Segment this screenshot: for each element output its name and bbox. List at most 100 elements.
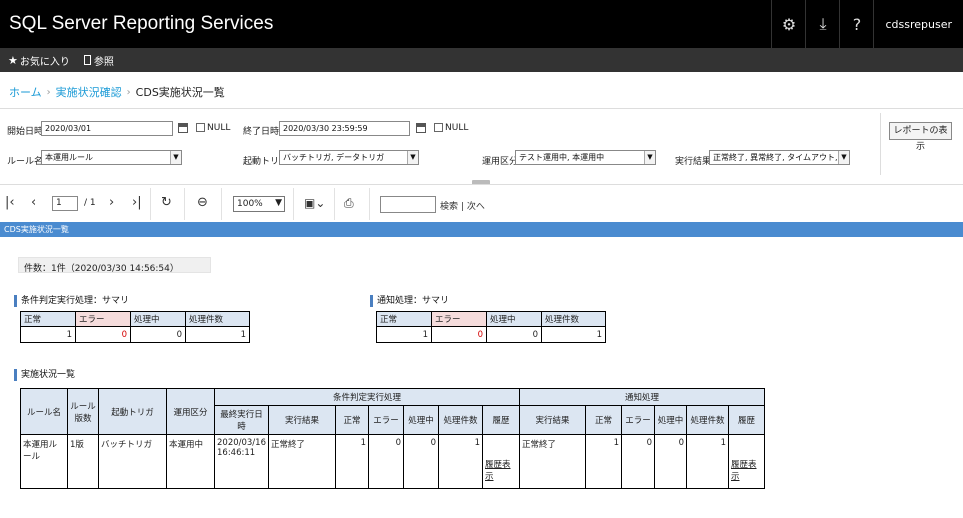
table-cell: 正常終了 <box>519 434 586 489</box>
table-cell: 0 <box>75 326 131 343</box>
gear-icon[interactable]: ⚙ <box>771 0 805 48</box>
find-link[interactable]: 検索 <box>440 202 458 212</box>
download-icon[interactable]: ⤓ <box>805 0 839 48</box>
header-cell: 処理件数 <box>438 405 483 435</box>
status-list-title: 実施状況一覧 <box>14 369 75 381</box>
header-cell: 正常 <box>335 405 369 435</box>
viewer-toolbar: |‹ ‹ 1 / 1 › ›| ↻ ⊖ 100% ▼ ▣⌄ ⎙ 検索 | 次へ <box>0 184 963 222</box>
header-cell: エラー <box>75 311 131 327</box>
mode-value: テスト運用中, 本運用中 <box>519 153 605 162</box>
table-cell: 0 <box>431 326 487 343</box>
calendar-icon[interactable] <box>178 123 188 133</box>
header-cell: 起動トリガ <box>98 388 167 435</box>
first-page-icon[interactable]: |‹ <box>5 196 15 210</box>
favorites-label: お気に入り <box>19 56 70 68</box>
favorites-link[interactable]: ★ お気に入り <box>8 53 70 68</box>
header-cell: 履歴 <box>482 405 520 435</box>
calendar-icon[interactable] <box>416 123 426 133</box>
page-total: / 1 <box>84 198 96 208</box>
table-cell: 1 <box>585 434 622 489</box>
last-page-icon[interactable]: ›| <box>132 196 142 210</box>
table-cell: 履歴表示 <box>728 434 765 489</box>
header-cell: 履歴 <box>728 405 765 435</box>
favorites-bar: ★ お気に入り 参照 <box>0 48 963 72</box>
divider <box>369 188 370 220</box>
document-icon <box>83 55 91 65</box>
table-cell: 1版 <box>67 434 99 489</box>
table-cell: 本運用ルール <box>20 434 68 489</box>
header-cell: エラー <box>368 405 404 435</box>
header-cell: 処理中 <box>654 405 687 435</box>
result-label: 実行結果 <box>675 157 712 167</box>
table-cell: 1 <box>335 434 369 489</box>
browse-label: 参照 <box>93 56 114 68</box>
start-null-checkbox[interactable] <box>196 123 205 132</box>
breadcrumb-home[interactable]: ホーム <box>9 84 42 100</box>
start-null-label: NULL <box>207 123 231 133</box>
rule-name-value: 本運用ルール <box>45 153 93 162</box>
table-cell: 1 <box>20 326 76 343</box>
start-date-label: 開始日時 <box>7 127 44 137</box>
mode-select[interactable]: テスト運用中, 本運用中 ▼ <box>515 150 656 165</box>
print-icon[interactable]: ⎙ <box>344 196 354 210</box>
divider <box>880 113 881 175</box>
header-cell: 実行結果 <box>519 405 586 435</box>
browse-link[interactable]: 参照 <box>83 53 114 68</box>
header-group: 条件判定実行処理 <box>214 388 520 406</box>
back-icon[interactable]: ⊖ <box>197 196 208 210</box>
rule-name-select[interactable]: 本運用ルール ▼ <box>41 150 182 165</box>
breadcrumb: ホーム › 実施状況確認 › CDS実施状況一覧 <box>9 84 225 100</box>
trigger-select[interactable]: バッチトリガ, データトリガ ▼ <box>279 150 419 165</box>
find-next-link[interactable]: 次へ <box>467 202 485 212</box>
find-input[interactable] <box>380 196 436 213</box>
app-title[interactable]: SQL Server Reporting Services <box>9 13 273 35</box>
table-cell: 履歴表示 <box>482 434 520 489</box>
header-cell: 最終実行日時 <box>214 405 269 435</box>
chevron-down-icon: ▼ <box>644 151 655 164</box>
zoom-value: 100% <box>237 199 263 209</box>
trigger-value: バッチトリガ, データトリガ <box>283 153 385 162</box>
header-cell: 処理件数 <box>185 311 250 327</box>
notify-summary-title: 通知処理：サマリ <box>370 295 449 307</box>
mode-label: 運用区分 <box>482 157 519 167</box>
table-cell: 本運用中 <box>166 434 215 489</box>
view-report-button[interactable]: レポートの表示 <box>889 122 952 152</box>
zoom-select[interactable]: 100% ▼ <box>233 196 285 212</box>
find-actions: 検索 | 次へ <box>440 199 485 212</box>
header-cell: 処理件数 <box>541 311 606 327</box>
save-icon[interactable]: ▣⌄ <box>304 196 325 210</box>
start-date-input[interactable]: 2020/03/01 <box>41 121 173 136</box>
table-cell: 1 <box>686 434 729 489</box>
parameter-area: 開始日時 2020/03/01 NULL 終了日時 2020/03/30 23:… <box>0 108 963 185</box>
top-icons: ⚙ ⤓ ? cdssrepuser <box>771 0 963 48</box>
table-cell: 0 <box>403 434 439 489</box>
refresh-icon[interactable]: ↻ <box>161 196 172 210</box>
user-menu[interactable]: cdssrepuser <box>873 0 963 48</box>
breadcrumb-status[interactable]: 実施状況確認 <box>56 84 122 100</box>
next-page-icon[interactable]: › <box>109 196 114 210</box>
page-number-input[interactable]: 1 <box>52 196 78 211</box>
star-icon: ★ <box>8 53 18 67</box>
table-cell: 0 <box>654 434 687 489</box>
previous-page-icon[interactable]: ‹ <box>31 196 36 210</box>
table-row: 本運用ルール 1版 バッチトリガ 本運用中 2020/03/16 16:46:1… <box>20 434 765 489</box>
report-body: 件数：1件（2020/03/30 14:56:54） 条件判定実行処理：サマリ … <box>0 237 963 518</box>
result-select[interactable]: 正常終了, 異常終了, タイムアウト, デー ▼ <box>709 150 850 165</box>
help-icon[interactable]: ? <box>839 0 873 48</box>
status-table: ルール名 ルール版数 起動トリガ 運用区分 条件判定実行処理 通知処理 最終実行… <box>20 388 765 489</box>
divider <box>150 188 151 220</box>
header-cell: 運用区分 <box>166 388 215 435</box>
table-cell: 1 <box>185 326 250 343</box>
chevron-right-icon: › <box>46 86 51 98</box>
history-link[interactable]: 履歴表示 <box>731 458 762 482</box>
table-cell: 1 <box>541 326 606 343</box>
chevron-down-icon: ▼ <box>170 151 181 164</box>
history-link[interactable]: 履歴表示 <box>485 458 517 482</box>
top-bar: SQL Server Reporting Services ⚙ ⤓ ? cdss… <box>0 0 963 48</box>
table-cell: バッチトリガ <box>98 434 167 489</box>
cond-summary-table: 正常 エラー 処理中 処理件数 1 0 0 1 <box>20 311 250 343</box>
end-null-checkbox[interactable] <box>434 123 443 132</box>
end-date-input[interactable]: 2020/03/30 23:59:59 <box>279 121 410 136</box>
report-header: CDS実施状況一覧 <box>0 222 963 237</box>
header-cell: 処理中 <box>486 311 542 327</box>
